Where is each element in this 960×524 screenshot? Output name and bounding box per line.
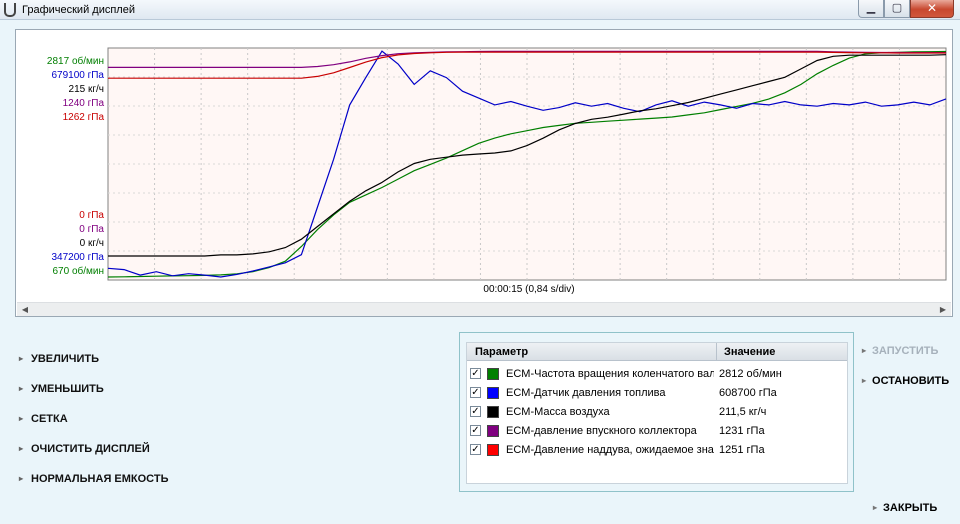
- value-column-header[interactable]: Значение: [716, 343, 849, 361]
- title-bar: Графический дисплей ▁ ▢ ✕: [0, 0, 960, 20]
- grid-button[interactable]: ▸ СЕТКА: [19, 413, 68, 425]
- y-axis-max-label: 679100 гПа: [51, 70, 104, 81]
- y-axis-min-label: 0 кг/ч: [80, 238, 104, 249]
- parameter-name: ECM-Частота вращения коленчатого вала: [506, 368, 714, 380]
- normal-capacity-button[interactable]: ▸ НОРМАЛЬНАЯ ЕМКОСТЬ: [19, 473, 168, 485]
- chart-canvas: 2817 об/мин 679100 гПа 215 кг/ч 1240 гПа 126…: [47, 47, 947, 281]
- zoom-out-label: УМЕНЬШИТЬ: [31, 383, 104, 395]
- bullet-icon: ▸: [862, 376, 867, 385]
- bullet-icon: ▸: [19, 444, 24, 453]
- bullet-icon: ▸: [19, 354, 24, 363]
- parameter-value: 2812 об/мин: [719, 368, 782, 380]
- visibility-checkbox[interactable]: ✓: [470, 444, 481, 455]
- scroll-right-icon[interactable]: ▶: [936, 304, 950, 316]
- series-color-swatch: [487, 425, 499, 437]
- parameter-table: Параметр Значение ✓ ECM-Частота вращения…: [466, 342, 848, 484]
- chart-panel: 2817 об/мин 679100 гПа 215 кг/ч 1240 гПа 126…: [15, 29, 953, 317]
- y-axis-max-label: 2817 об/мин: [47, 55, 104, 67]
- bullet-icon: ▸: [19, 474, 24, 483]
- window-controls: ▁ ▢ ✕: [858, 0, 954, 18]
- minimize-icon: ▁: [866, 1, 876, 14]
- minimize-button[interactable]: ▁: [858, 0, 884, 18]
- zoom-in-label: УВЕЛИЧИТЬ: [31, 353, 100, 365]
- clear-display-label: ОЧИСТИТЬ ДИСПЛЕЙ: [31, 443, 150, 455]
- y-axis-max-label: 215 кг/ч: [69, 84, 104, 95]
- y-axis-min-label: 670 об/мин: [52, 265, 104, 277]
- y-axis-min-label: 0 гПа: [79, 210, 104, 221]
- series-color-swatch: [487, 368, 499, 380]
- parameter-name: ECM-давление впускного коллектора: [506, 425, 697, 437]
- bullet-icon: ▸: [19, 384, 24, 393]
- parameter-value: 1231 гПа: [719, 425, 765, 437]
- zoom-in-button[interactable]: ▸ УВЕЛИЧИТЬ: [19, 353, 99, 365]
- table-header: Параметр Значение: [467, 343, 847, 361]
- series-color-swatch: [487, 387, 499, 399]
- close-label: ЗАКРЫТЬ: [883, 502, 938, 514]
- visibility-checkbox[interactable]: ✓: [470, 387, 481, 398]
- app-icon: [4, 3, 16, 17]
- grid-label: СЕТКА: [31, 413, 68, 425]
- close-button[interactable]: ▸ ЗАКРЫТЬ: [873, 502, 937, 514]
- table-row[interactable]: ✓ ECM-Датчик давления топлива 608700 гПа: [467, 384, 847, 403]
- maximize-icon: ▢: [891, 1, 903, 14]
- clear-display-button[interactable]: ▸ ОЧИСТИТЬ ДИСПЛЕЙ: [19, 443, 150, 455]
- bullet-icon: ▸: [19, 414, 24, 423]
- legend-frame: Параметр Значение ✓ ECM-Частота вращения…: [459, 332, 854, 492]
- y-axis-max-label: 1262 гПа: [63, 112, 105, 123]
- zoom-out-button[interactable]: ▸ УМЕНЬШИТЬ: [19, 383, 104, 395]
- parameter-name: ECM-Масса воздуха: [506, 406, 610, 418]
- y-axis-min-label: 0 гПа: [79, 224, 104, 235]
- parameter-value: 608700 гПа: [719, 387, 777, 399]
- table-row[interactable]: ✓ ECM-Давление наддува, ожидаемое значен…: [467, 441, 847, 460]
- parameter-name: ECM-Давление наддува, ожидаемое значение: [506, 444, 714, 456]
- y-axis-max-label: 1240 гПа: [63, 98, 105, 109]
- visibility-checkbox[interactable]: ✓: [470, 406, 481, 417]
- start-button[interactable]: ▸ ЗАПУСТИТЬ: [862, 345, 938, 357]
- normal-capacity-label: НОРМАЛЬНАЯ ЕМКОСТЬ: [31, 473, 169, 485]
- time-scale-label: 00:00:15 (0,84 s/div): [483, 284, 575, 295]
- close-icon: ✕: [926, 1, 938, 15]
- parameter-value: 211,5 кг/ч: [719, 406, 767, 418]
- series-color-swatch: [487, 406, 499, 418]
- start-label: ЗАПУСТИТЬ: [872, 345, 939, 357]
- visibility-checkbox[interactable]: ✓: [470, 425, 481, 436]
- param-column-header[interactable]: Параметр: [475, 346, 528, 358]
- y-axis-min-label: 347200 гПа: [51, 252, 104, 263]
- window-title: Графический дисплей: [22, 4, 135, 16]
- bullet-icon: ▸: [862, 346, 867, 355]
- parameter-value: 1251 гПа: [719, 444, 765, 456]
- visibility-checkbox[interactable]: ✓: [470, 368, 481, 379]
- close-window-button[interactable]: ✕: [910, 0, 954, 18]
- table-row[interactable]: ✓ ECM-Масса воздуха 211,5 кг/ч: [467, 403, 847, 422]
- horizontal-scrollbar[interactable]: ◀ ▶: [17, 302, 951, 316]
- scroll-left-icon[interactable]: ◀: [18, 304, 32, 316]
- table-row[interactable]: ✓ ECM-Частота вращения коленчатого вала …: [467, 365, 847, 384]
- maximize-button[interactable]: ▢: [884, 0, 910, 18]
- series-color-swatch: [487, 444, 499, 456]
- stop-button[interactable]: ▸ ОСТАНОВИТЬ: [862, 375, 949, 387]
- stop-label: ОСТАНОВИТЬ: [872, 375, 950, 387]
- table-row[interactable]: ✓ ECM-давление впускного коллектора 1231…: [467, 422, 847, 441]
- bullet-icon: ▸: [873, 503, 878, 512]
- parameter-name: ECM-Датчик давления топлива: [506, 387, 666, 399]
